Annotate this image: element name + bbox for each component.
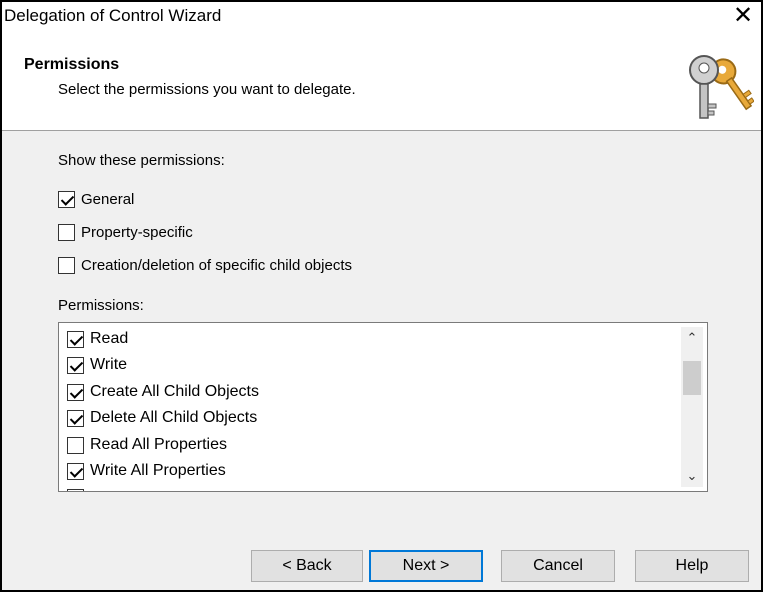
scrollbar-thumb[interactable]	[683, 361, 701, 395]
option-label: General	[81, 190, 135, 208]
scroll-up-icon[interactable]: ⌃	[681, 327, 703, 349]
show-permissions-label: Show these permissions:	[58, 152, 225, 169]
list-item[interactable]: Read All Properties	[67, 434, 227, 456]
list-scrollbar[interactable]: ⌃ ⌄	[681, 327, 703, 487]
property-specific-checkbox[interactable]	[58, 223, 75, 241]
list-item[interactable]: Write	[67, 354, 127, 376]
permissions-label: Permissions:	[58, 297, 144, 314]
next-button[interactable]: Next >	[369, 550, 483, 582]
list-item[interactable]: Create All Child Objects	[67, 381, 259, 403]
list-item[interactable]: Delete All Child Objects	[67, 407, 257, 429]
option-label: Creation/deletion of specific child obje…	[81, 256, 352, 274]
option-creation-deletion[interactable]: Creation/deletion of specific child obje…	[58, 254, 352, 276]
option-label: Property-specific	[81, 223, 193, 241]
option-property-specific[interactable]: Property-specific	[58, 221, 193, 243]
list-item[interactable]: Read	[67, 328, 128, 350]
list-item[interactable]: Write All Properties	[67, 460, 226, 482]
page-subtitle: Select the permissions you want to deleg…	[58, 81, 356, 98]
page-title: Permissions	[24, 56, 120, 73]
permission-checkbox[interactable]	[67, 436, 84, 454]
permission-checkbox[interactable]	[67, 330, 84, 348]
permissions-list[interactable]: Read Write Create All Child Objects Dele…	[58, 322, 708, 492]
close-icon[interactable]: ✕	[731, 2, 755, 30]
scroll-down-icon[interactable]: ⌄	[681, 465, 703, 487]
permission-label: Delete All Child Objects	[90, 409, 258, 426]
permission-checkbox[interactable]	[67, 462, 84, 480]
wizard-header: Permissions Select the permissions you w…	[2, 32, 761, 131]
permission-label: Create All Child Objects	[90, 383, 259, 400]
permission-checkbox[interactable]	[67, 356, 84, 374]
cancel-button[interactable]: Cancel	[501, 550, 615, 582]
permission-checkbox[interactable]	[67, 383, 84, 401]
keys-icon	[689, 55, 754, 119]
list-item[interactable]	[67, 486, 90, 491]
help-button[interactable]: Help	[635, 550, 749, 582]
permission-label: Read	[90, 330, 129, 347]
permission-label: Write	[90, 356, 128, 373]
back-button[interactable]: < Back	[251, 550, 363, 582]
wizard-window: Delegation of Control Wizard ✕ Permissio…	[0, 0, 763, 592]
permission-checkbox[interactable]	[67, 409, 84, 427]
option-general[interactable]: General	[58, 188, 134, 210]
window-title: Delegation of Control Wizard	[4, 6, 222, 25]
title-bar: Delegation of Control Wizard ✕	[2, 2, 761, 32]
general-checkbox[interactable]	[58, 190, 75, 208]
permission-label: Read All Properties	[90, 436, 227, 453]
creation-deletion-checkbox[interactable]	[58, 256, 75, 274]
permission-label: Write All Properties	[90, 462, 226, 479]
permission-checkbox[interactable]	[67, 488, 84, 491]
